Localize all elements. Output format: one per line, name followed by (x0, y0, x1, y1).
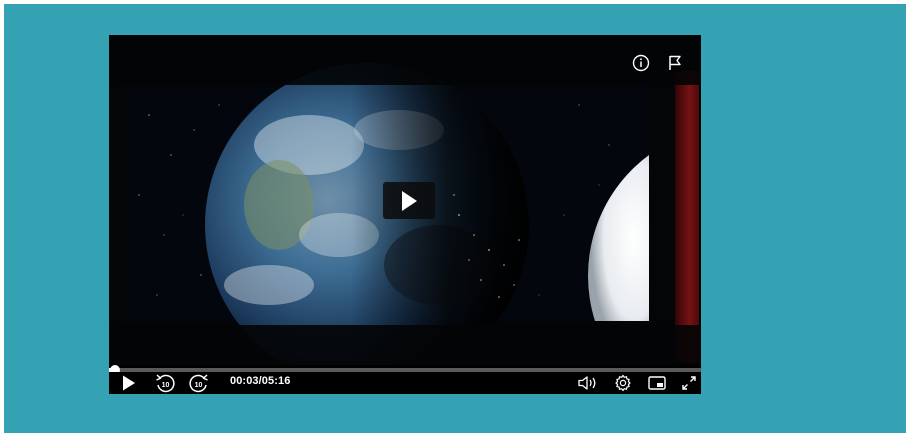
current-time: 00:03 (230, 375, 259, 387)
play-icon (402, 190, 417, 211)
rewind-10-button[interactable]: 10 (153, 373, 177, 393)
forward-10-icon: 10 (189, 374, 208, 393)
svg-text:10: 10 (195, 382, 203, 389)
duration: 05:16 (261, 375, 291, 387)
play-icon (123, 375, 135, 391)
big-play-button[interactable] (383, 182, 435, 219)
svg-text:10: 10 (162, 382, 170, 389)
settings-button[interactable] (612, 373, 634, 393)
forward-10-button[interactable]: 10 (187, 373, 211, 393)
volume-button[interactable] (576, 373, 600, 393)
picture-in-picture-icon (648, 376, 666, 390)
page-background: 10 10 00:03/05:16 (4, 4, 906, 433)
play-button[interactable] (119, 373, 139, 393)
control-bar: 10 10 00:03/05:16 (109, 372, 701, 394)
video-player[interactable]: 10 10 00:03/05:16 (109, 35, 701, 394)
fullscreen-button[interactable] (679, 373, 699, 393)
volume-icon (578, 376, 596, 390)
fullscreen-icon (682, 376, 696, 390)
flag-icon[interactable] (664, 52, 686, 74)
settings-icon (615, 374, 631, 392)
video-frame[interactable] (109, 35, 701, 365)
picture-in-picture-button[interactable] (646, 373, 668, 393)
rewind-10-icon: 10 (156, 374, 175, 393)
info-icon[interactable] (630, 52, 652, 74)
time-display: 00:03/05:16 (230, 375, 290, 387)
